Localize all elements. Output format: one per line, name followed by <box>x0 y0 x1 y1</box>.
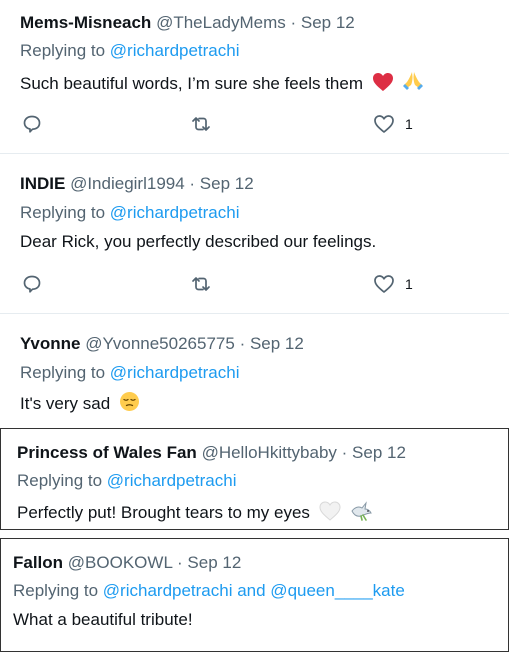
reply-button[interactable] <box>22 274 42 294</box>
author-handle[interactable]: @Indiegirl1994 <box>70 174 185 193</box>
reply-card[interactable]: Yvonne @Yvonne50265775 · Sep 12 Replying… <box>0 321 509 417</box>
reply-actions: 1 <box>0 114 509 138</box>
replying-to-link[interactable]: @richardpetrachi <box>110 363 240 382</box>
heart-outline-icon <box>374 275 394 293</box>
replying-to-line: Replying to @richardpetrachi and @queen_… <box>13 580 405 602</box>
reply-header: Fallon @BOOKOWL · Sep 12 <box>13 552 241 574</box>
reply-header: Yvonne @Yvonne50265775 · Sep 12 <box>20 333 304 355</box>
retweet-button[interactable] <box>190 274 212 294</box>
replying-to-line: Replying to @richardpetrachi <box>17 470 237 492</box>
replying-to-link[interactable]: @richardpetrachi and @queen____kate <box>103 581 405 600</box>
author-handle[interactable]: @Yvonne50265775 <box>85 334 235 353</box>
author-handle[interactable]: @HelloHkittybaby <box>202 443 337 462</box>
reply-header: Princess of Wales Fan @HelloHkittybaby ·… <box>17 442 406 464</box>
reply-text: Dear Rick, you perfectly described our f… <box>20 232 377 251</box>
like-count: 1 <box>405 276 413 292</box>
reply-text-line: Dear Rick, you perfectly described our f… <box>20 231 376 253</box>
timestamp[interactable]: · Sep 12 <box>240 334 304 353</box>
reply-text: What a beautiful tribute! <box>13 610 193 629</box>
dove-icon <box>349 499 373 527</box>
retweet-icon <box>192 277 210 291</box>
replying-to-label: Replying to <box>20 203 106 222</box>
like-button[interactable]: 1 <box>373 114 413 134</box>
author-name[interactable]: Mems-Misneach <box>20 13 151 32</box>
reply-card[interactable]: Fallon @BOOKOWL · Sep 12 Replying to @ri… <box>0 538 509 652</box>
replying-to-label: Replying to <box>17 471 103 490</box>
author-name[interactable]: Princess of Wales Fan <box>17 443 197 462</box>
reply-text: Such beautiful words, I’m sure she feels… <box>20 74 363 93</box>
speech-bubble-icon <box>23 275 41 293</box>
divider <box>0 153 509 154</box>
white-heart-icon <box>319 501 341 527</box>
replying-to-label: Replying to <box>13 581 99 600</box>
reply-text-line: Perfectly put! Brought tears to my eyes <box>17 499 373 527</box>
timestamp[interactable]: · Sep 12 <box>342 443 406 462</box>
replying-to-line: Replying to @richardpetrachi <box>20 362 240 384</box>
retweet-button[interactable] <box>190 114 212 134</box>
replying-to-line: Replying to @richardpetrachi <box>20 202 240 224</box>
replying-to-line: Replying to @richardpetrachi <box>20 40 240 62</box>
timestamp[interactable]: · Sep 12 <box>291 13 355 32</box>
reply-header: INDIE @Indiegirl1994 · Sep 12 <box>20 173 254 195</box>
replying-to-label: Replying to <box>20 363 106 382</box>
reply-text-line: It's very sad <box>20 391 140 418</box>
author-name[interactable]: Yvonne <box>20 334 80 353</box>
reply-text: Perfectly put! Brought tears to my eyes <box>17 503 310 522</box>
replying-to-link[interactable]: @richardpetrachi <box>107 471 237 490</box>
divider <box>0 313 509 314</box>
replying-to-link[interactable]: @richardpetrachi <box>110 203 240 222</box>
author-name[interactable]: Fallon <box>13 553 63 572</box>
folded-hands-icon <box>402 70 424 98</box>
reply-card[interactable]: Mems-Misneach @TheLadyMems · Sep 12 Repl… <box>0 0 509 153</box>
reply-actions: 1 <box>0 274 509 298</box>
reply-card[interactable]: Princess of Wales Fan @HelloHkittybaby ·… <box>0 428 509 530</box>
timestamp[interactable]: · Sep 12 <box>189 174 253 193</box>
author-handle[interactable]: @BOOKOWL <box>68 553 172 572</box>
like-button[interactable]: 1 <box>373 274 413 294</box>
timestamp[interactable]: · Sep 12 <box>177 553 241 572</box>
like-count: 1 <box>405 116 413 132</box>
replying-to-link[interactable]: @richardpetrachi <box>110 41 240 60</box>
reply-card[interactable]: INDIE @Indiegirl1994 · Sep 12 Replying t… <box>0 161 509 313</box>
red-heart-icon <box>372 72 394 98</box>
author-handle[interactable]: @TheLadyMems <box>156 13 286 32</box>
retweet-icon <box>192 117 210 131</box>
reply-text-line: Such beautiful words, I’m sure she feels… <box>20 70 424 98</box>
reply-text: It's very sad <box>20 394 111 413</box>
heart-outline-icon <box>374 115 394 133</box>
speech-bubble-icon <box>23 115 41 133</box>
author-name[interactable]: INDIE <box>20 174 65 193</box>
relieved-face-icon <box>119 391 140 418</box>
replying-to-label: Replying to <box>20 41 106 60</box>
reply-header: Mems-Misneach @TheLadyMems · Sep 12 <box>20 12 355 34</box>
reply-text-line: What a beautiful tribute! <box>13 609 193 631</box>
reply-button[interactable] <box>22 114 42 134</box>
